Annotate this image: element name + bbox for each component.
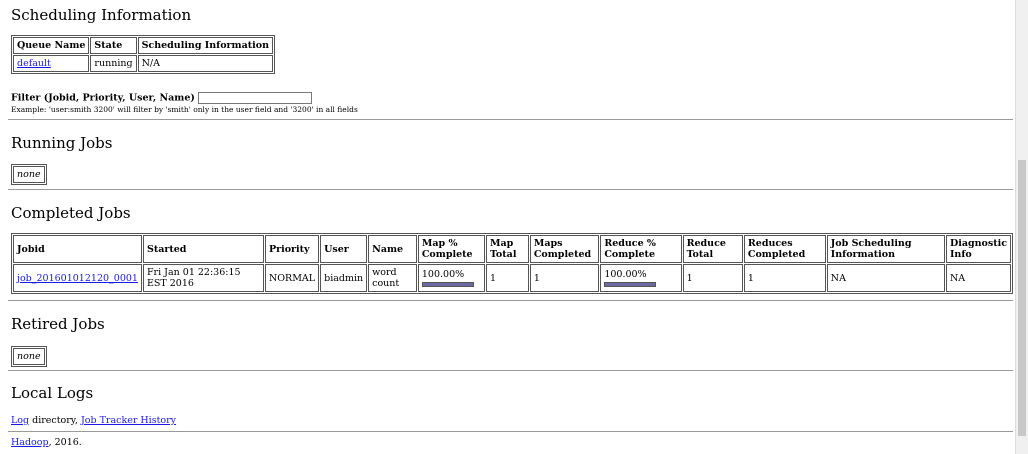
- table-header-row: Queue Name State Scheduling Information: [13, 37, 274, 54]
- filter-label: Filter (Jobid, Priority, User, Name): [11, 92, 195, 104]
- divider: [8, 189, 1013, 190]
- reduces-completed-cell: 1: [743, 264, 826, 292]
- log-link[interactable]: Log: [11, 415, 29, 426]
- divider: [8, 431, 1013, 432]
- filter-row: Filter (Jobid, Priority, User, Name): [11, 92, 313, 104]
- col-queue-name: Queue Name: [13, 37, 90, 54]
- running-empty-cell: none: [13, 166, 45, 183]
- scheduling-info-heading: Scheduling Information: [11, 6, 192, 24]
- col-reduce-pct: Reduce % Complete: [600, 235, 682, 263]
- col-map-pct: Map % Complete: [417, 235, 485, 263]
- footer: Hadoop, 2016.: [11, 437, 82, 448]
- col-user: User: [320, 235, 368, 263]
- map-total-cell: 1: [485, 264, 529, 292]
- col-jobid: Jobid: [13, 235, 142, 263]
- queue-link[interactable]: default: [17, 58, 51, 69]
- reduce-pct-cell: 100.00%: [600, 264, 682, 292]
- filter-input[interactable]: [198, 92, 313, 104]
- map-progress-fill: [422, 283, 473, 286]
- started-cell: Fri Jan 01 22:36:15 EST 2016: [142, 264, 264, 292]
- log-dir-text: directory,: [29, 415, 81, 426]
- state-cell: running: [90, 55, 137, 72]
- col-job-sched-info: Job Scheduling Information: [826, 235, 945, 263]
- map-pct-cell: 100.00%: [417, 264, 485, 292]
- reduce-total-cell: 1: [682, 264, 743, 292]
- name-cell: word count: [368, 264, 417, 292]
- divider: [8, 300, 1013, 301]
- table-row: job_201601012120_0001 Fri Jan 01 22:36:1…: [13, 264, 1011, 292]
- retired-jobs-heading: Retired Jobs: [11, 315, 105, 333]
- divider: [8, 119, 1013, 120]
- jobid-cell: job_201601012120_0001: [13, 264, 142, 292]
- divider: [8, 370, 1013, 371]
- maps-completed-cell: 1: [529, 264, 600, 292]
- local-logs-line: Log directory, Job Tracker History: [11, 415, 176, 426]
- scheduling-table: Queue Name State Scheduling Information …: [11, 35, 276, 74]
- col-diagnostic-info: Diagnostic Info: [945, 235, 1011, 263]
- col-scheduling-info: Scheduling Information: [137, 37, 274, 54]
- completed-jobs-table: Jobid Started Priority User Name Map % C…: [11, 233, 1013, 294]
- queue-cell: default: [13, 55, 90, 72]
- reduce-progress-fill: [605, 283, 656, 286]
- col-state: State: [90, 37, 137, 54]
- diagnostic-info-cell: NA: [945, 264, 1011, 292]
- footer-text: , 2016.: [48, 437, 82, 448]
- user-cell: biadmin: [320, 264, 368, 292]
- vertical-scrollbar[interactable]: [1015, 0, 1028, 454]
- col-reduces-completed: Reduces Completed: [743, 235, 826, 263]
- running-jobs-table: none: [11, 164, 47, 185]
- table-header-row: Jobid Started Priority User Name Map % C…: [13, 235, 1011, 263]
- map-progress-bar: [421, 282, 474, 287]
- reduce-pct-text: 100.00%: [604, 269, 647, 280]
- hadoop-link[interactable]: Hadoop: [11, 437, 49, 448]
- scrollbar-thumb[interactable]: [1018, 160, 1026, 436]
- retired-jobs-table: none: [11, 346, 47, 367]
- jobtracker-page: Scheduling Information Queue Name State …: [0, 0, 1016, 454]
- col-priority: Priority: [264, 235, 320, 263]
- priority-cell: NORMAL: [264, 264, 320, 292]
- col-reduce-total: Reduce Total: [682, 235, 743, 263]
- job-link[interactable]: job_201601012120_0001: [17, 273, 138, 284]
- table-row: default running N/A: [13, 55, 274, 72]
- completed-jobs-heading: Completed Jobs: [11, 204, 131, 222]
- retired-empty-cell: none: [13, 348, 45, 365]
- col-map-total: Map Total: [485, 235, 529, 263]
- filter-hint: Example: 'user:smith 3200' will filter b…: [11, 105, 358, 114]
- job-tracker-history-link[interactable]: Job Tracker History: [81, 415, 176, 426]
- col-maps-completed: Maps Completed: [529, 235, 600, 263]
- job-sched-info-cell: NA: [826, 264, 945, 292]
- local-logs-heading: Local Logs: [11, 384, 94, 402]
- reduce-progress-bar: [604, 282, 657, 287]
- col-name: Name: [368, 235, 417, 263]
- info-cell: N/A: [137, 55, 274, 72]
- map-pct-text: 100.00%: [421, 269, 465, 280]
- running-jobs-heading: Running Jobs: [11, 134, 113, 152]
- col-started: Started: [142, 235, 264, 263]
